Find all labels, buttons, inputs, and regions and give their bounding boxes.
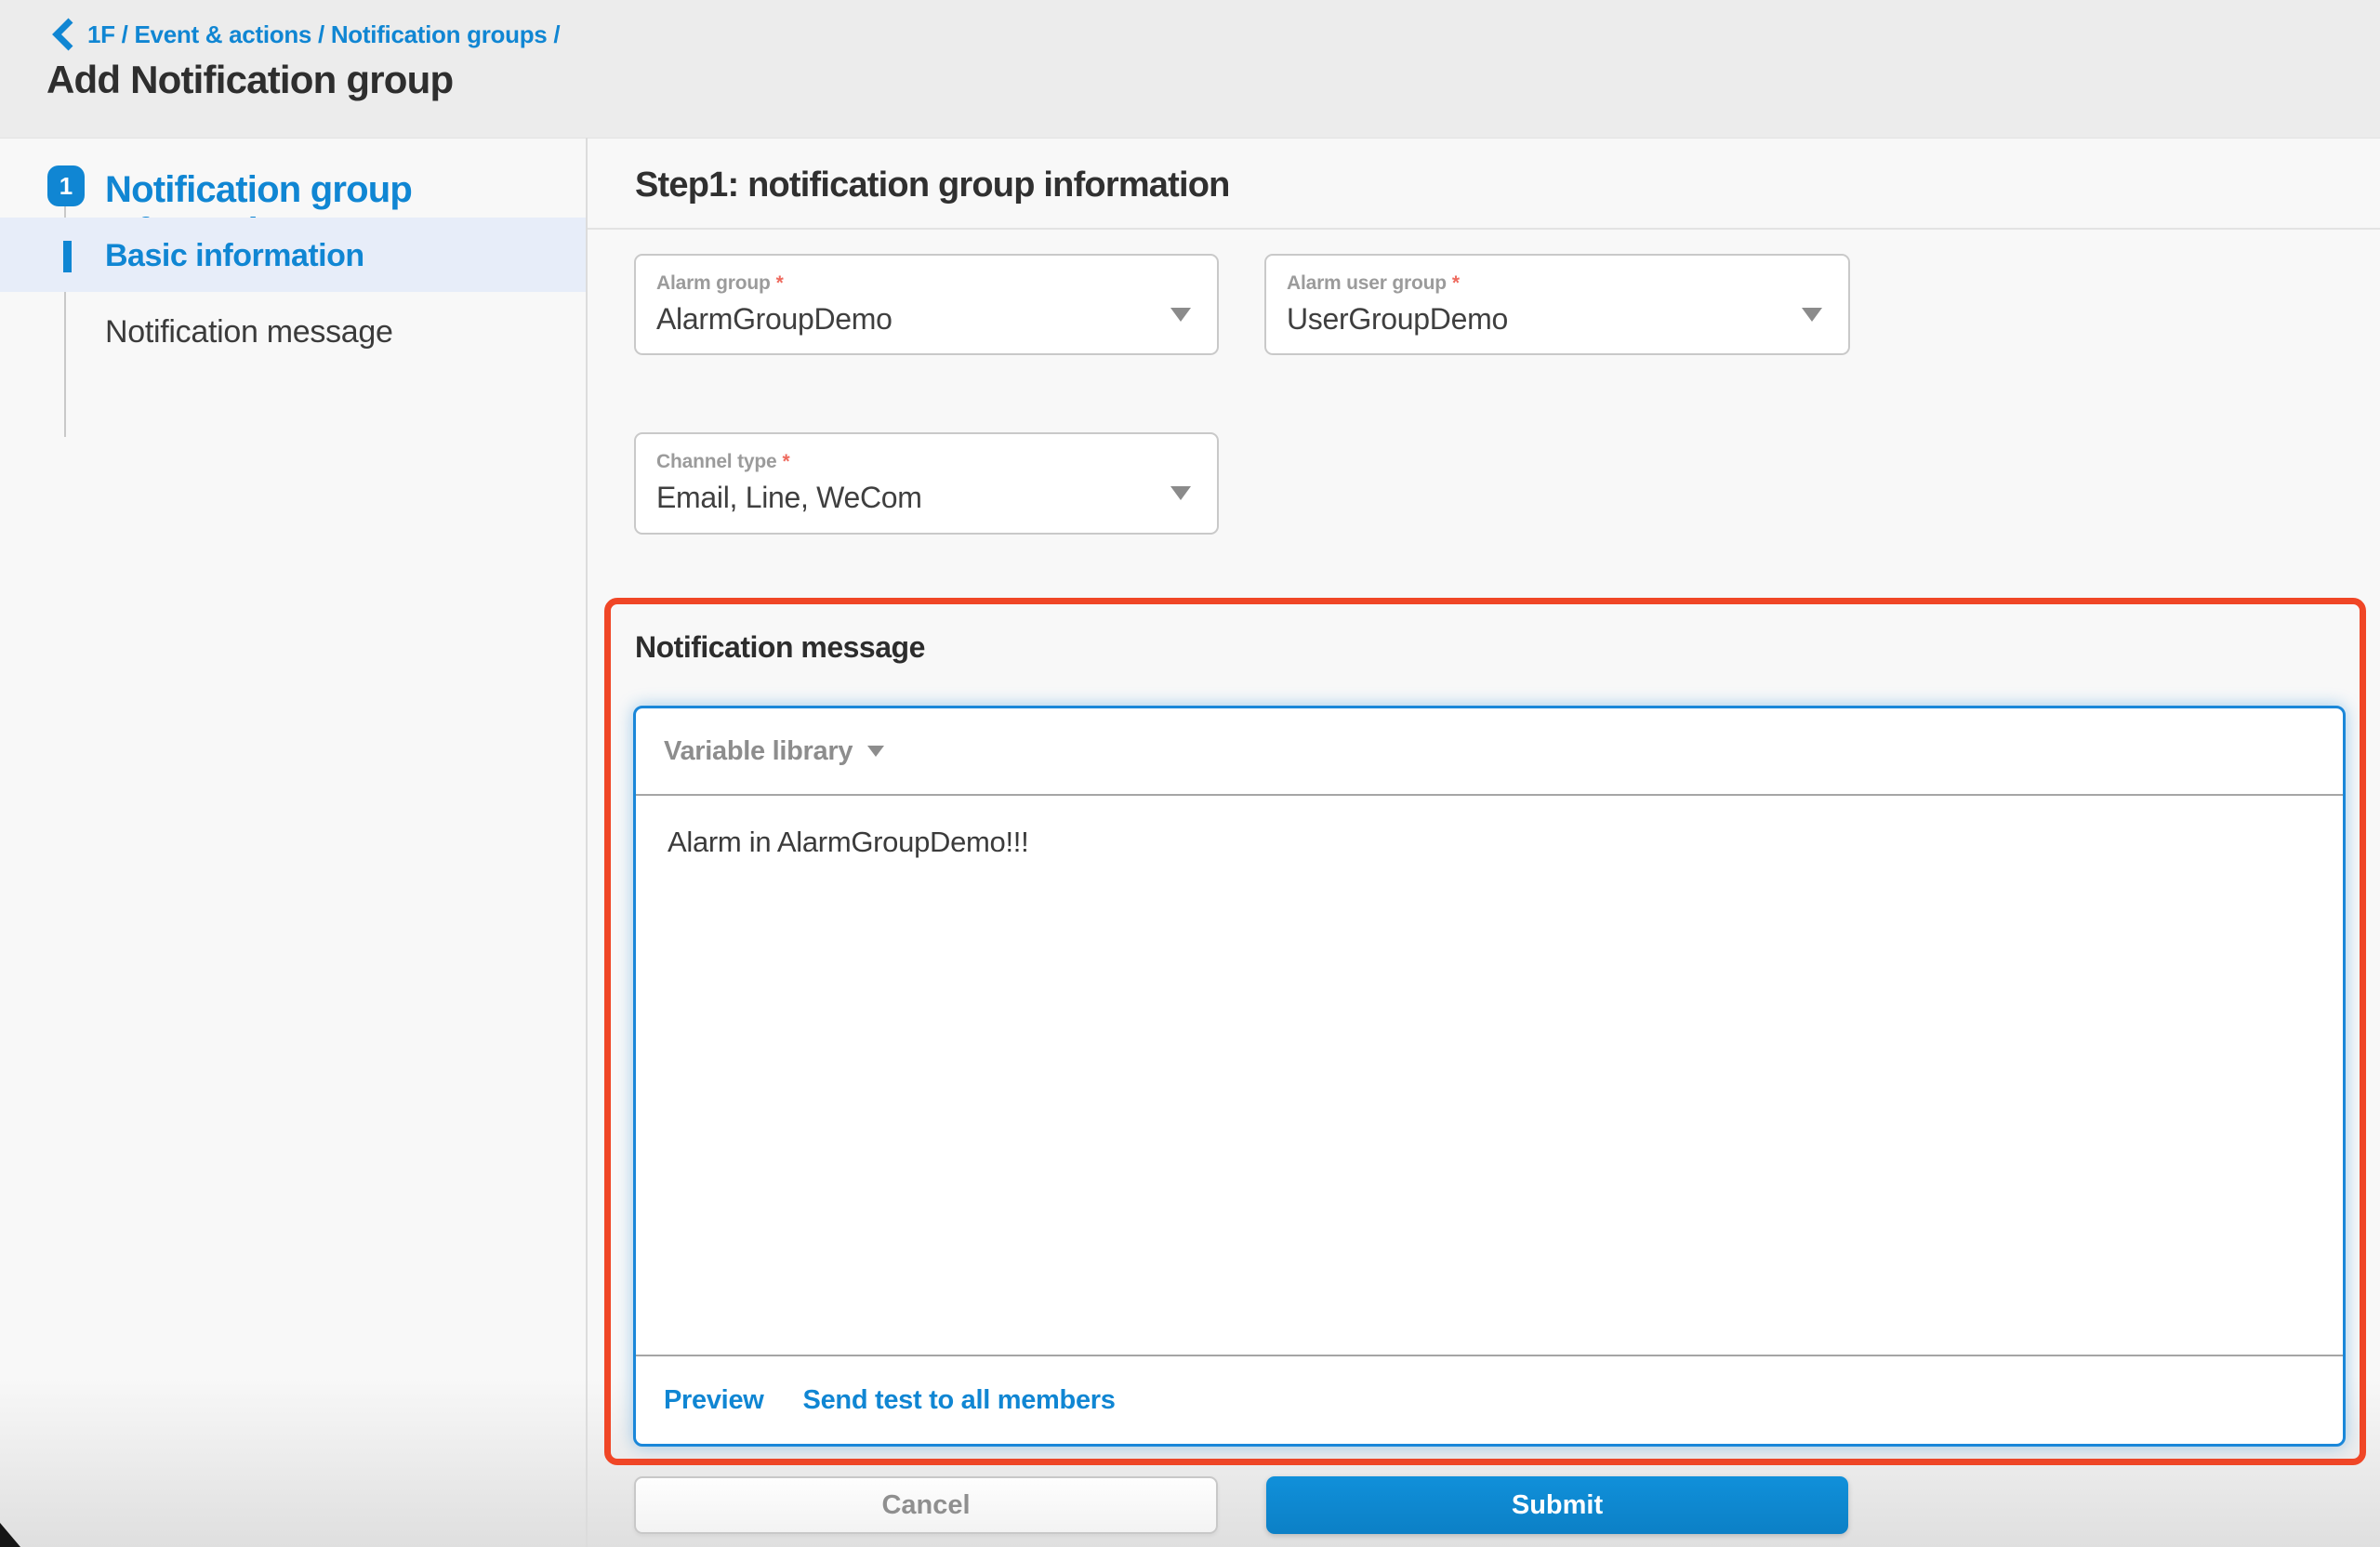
notification-message-section-title: Notification message bbox=[635, 630, 925, 664]
dropdown-caret-icon bbox=[1170, 486, 1191, 500]
required-asterisk: * bbox=[782, 451, 790, 472]
channel-type-select[interactable]: Channel type * Email, Line, WeCom bbox=[634, 432, 1219, 535]
sidebar-item-basic-information[interactable]: Basic information bbox=[105, 238, 364, 274]
add-notification-group-page: 1F / Event & actions / Notification grou… bbox=[0, 0, 2380, 1547]
field-label-text: Channel type bbox=[656, 451, 777, 472]
preview-link[interactable]: Preview bbox=[664, 1385, 764, 1416]
active-indicator-bar bbox=[63, 241, 72, 272]
channel-type-value: Email, Line, WeCom bbox=[656, 481, 922, 514]
required-asterisk: * bbox=[775, 272, 784, 294]
page-title: Add Notification group bbox=[46, 58, 454, 101]
breadcrumb-text[interactable]: 1F / Event & actions / Notification grou… bbox=[87, 20, 561, 49]
sidebar-item-notification-message[interactable]: Notification message bbox=[105, 314, 393, 350]
alarm-user-group-value: UserGroupDemo bbox=[1287, 302, 1508, 336]
dropdown-caret-icon bbox=[1170, 308, 1191, 322]
alarm-group-label: Alarm group * bbox=[656, 272, 784, 295]
field-label-text: Alarm user group bbox=[1287, 272, 1447, 294]
step-heading: Step1: notification group information bbox=[635, 165, 1230, 205]
cancel-button[interactable]: Cancel bbox=[634, 1476, 1218, 1534]
message-textarea[interactable]: Alarm in AlarmGroupDemo!!! bbox=[636, 796, 2343, 1355]
notification-message-editor[interactable]: Variable library Alarm in AlarmGroupDemo… bbox=[633, 706, 2346, 1447]
submit-button[interactable]: Submit bbox=[1266, 1476, 1848, 1534]
channel-type-label: Channel type * bbox=[656, 451, 790, 473]
sidebar-divider bbox=[586, 138, 588, 1547]
variable-library-caret-icon bbox=[867, 746, 885, 757]
back-chevron-icon bbox=[52, 18, 73, 51]
steps-sidebar: 1 Notification group Information Basic i… bbox=[0, 138, 586, 1547]
page-header: 1F / Event & actions / Notification grou… bbox=[0, 0, 2380, 139]
variable-library-dropdown[interactable]: Variable library bbox=[664, 735, 885, 767]
heading-divider bbox=[588, 228, 2380, 230]
variable-library-label: Variable library bbox=[664, 735, 853, 766]
mouse-cursor bbox=[0, 1523, 20, 1547]
alarm-user-group-label: Alarm user group * bbox=[1287, 272, 1460, 295]
send-test-link[interactable]: Send test to all members bbox=[803, 1385, 1116, 1416]
required-asterisk: * bbox=[1451, 272, 1460, 294]
alarm-group-value: AlarmGroupDemo bbox=[656, 302, 892, 336]
field-label-text: Alarm group bbox=[656, 272, 771, 294]
editor-toolbar: Variable library bbox=[636, 708, 2343, 796]
alarm-user-group-select[interactable]: Alarm user group * UserGroupDemo bbox=[1264, 254, 1850, 355]
dropdown-caret-icon bbox=[1802, 308, 1822, 322]
editor-footer: Preview Send test to all members bbox=[636, 1355, 2343, 1444]
alarm-group-select[interactable]: Alarm group * AlarmGroupDemo bbox=[634, 254, 1219, 355]
message-text: Alarm in AlarmGroupDemo!!! bbox=[668, 826, 1029, 858]
step-number-badge: 1 bbox=[47, 165, 85, 206]
breadcrumb[interactable]: 1F / Event & actions / Notification grou… bbox=[50, 15, 561, 54]
